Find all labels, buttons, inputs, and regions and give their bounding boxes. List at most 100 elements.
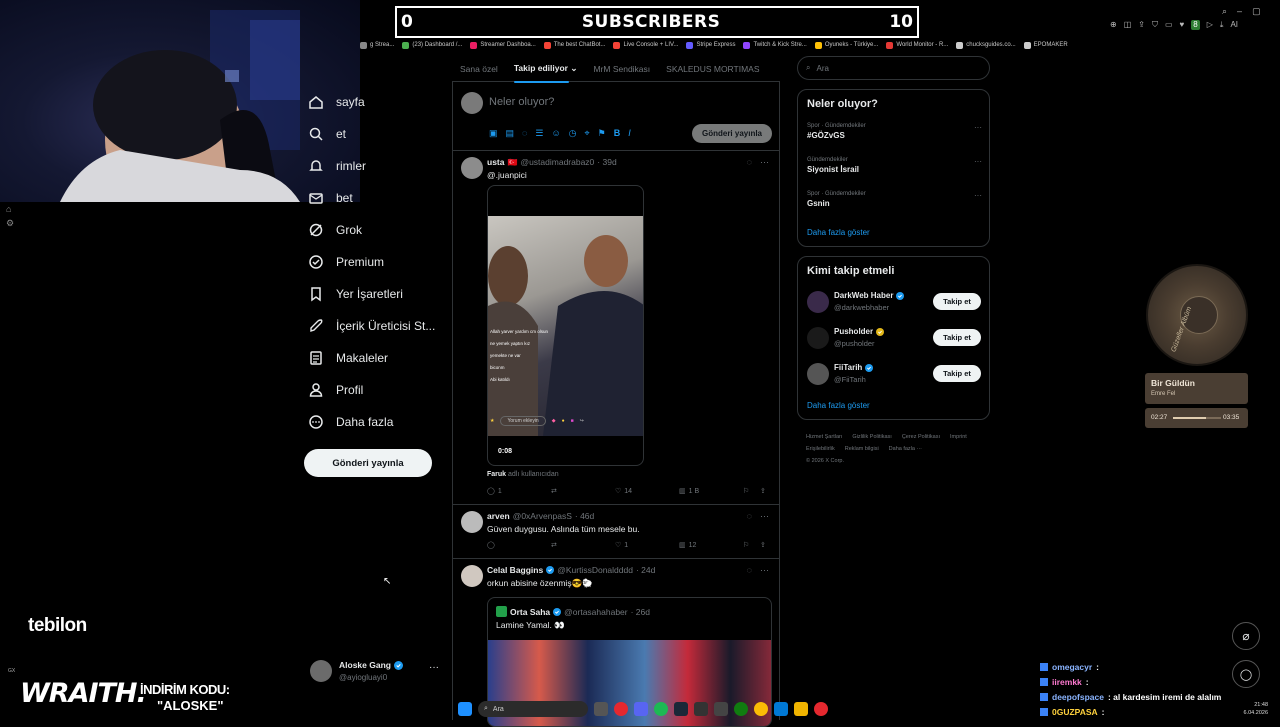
footer-link[interactable]: Çerez Politikası (902, 431, 940, 443)
messages-float-button[interactable]: ◯ (1232, 660, 1260, 688)
footer-link[interactable]: Erişilebilirlik (806, 443, 835, 455)
tweet[interactable]: arven @0xArvenpasS · 46d ◌ ··· Güven duyg… (453, 504, 779, 558)
grok-float-button[interactable]: ⌀ (1232, 622, 1260, 650)
tweet-handle[interactable]: @0xArvenpasS (513, 511, 572, 521)
discord-icon[interactable] (634, 702, 648, 716)
schedule-icon[interactable]: ◷ (569, 128, 577, 139)
tweet-time[interactable]: · 39d (597, 157, 616, 167)
trend-item[interactable]: Spor · Gündemdekiler #GÖZvGS ··· (807, 123, 982, 140)
progress-track[interactable] (1173, 417, 1221, 419)
tab-following[interactable]: Takip ediliyor ⌄ (513, 63, 577, 83)
follow-suggestion[interactable]: FiiTarih @FiiTarih Takip et (807, 361, 982, 389)
poll-icon[interactable]: ☰ (535, 128, 543, 139)
trend-more-icon[interactable]: ··· (974, 123, 982, 132)
footer-link[interactable]: Imprint (950, 431, 967, 443)
sidebar-item-explore[interactable]: et (308, 118, 448, 150)
location-icon[interactable]: ⌖ (585, 128, 590, 139)
bookmark-icon[interactable]: ⚐ (743, 487, 760, 495)
bookmark-item[interactable]: Live Console + LIV... (613, 38, 678, 52)
bookmark-item[interactable]: Oyuneks - Türkiye... (814, 38, 878, 52)
cast-icon[interactable]: ▭ (1165, 20, 1173, 30)
chrome-icon[interactable] (754, 702, 768, 716)
history-icon[interactable]: ⌂ (6, 204, 14, 214)
account-more-icon[interactable]: ··· (429, 662, 439, 673)
tweet-time[interactable]: · 46d (575, 511, 594, 521)
bookmark-icon[interactable]: ⚐ (743, 541, 760, 549)
trend-item[interactable]: Spor · Gündemdekiler Gsnin ··· (807, 191, 982, 208)
folder-icon[interactable] (794, 702, 808, 716)
sidebar-item-profile[interactable]: Profil (308, 374, 448, 406)
like-button[interactable]: ♡ 14 (615, 487, 679, 496)
chat-username[interactable]: omegacyr (1052, 662, 1092, 672)
grok-icon[interactable]: ◌ (522, 128, 527, 139)
ai-button[interactable]: AI (1230, 20, 1238, 30)
bookmark-item[interactable]: chucksguides.co... (956, 38, 1016, 52)
footer-link[interactable]: Daha fazla ··· (889, 443, 922, 455)
follow-show-more[interactable]: Daha fazla göster (807, 401, 870, 410)
follow-button[interactable]: Takip et (933, 329, 981, 346)
tweet-author[interactable]: usta (487, 157, 504, 167)
sidebar-item-grok[interactable]: Grok (308, 214, 448, 246)
spotify-icon[interactable] (654, 702, 668, 716)
minimize-icon[interactable]: – (1237, 6, 1242, 17)
bookmark-item[interactable]: Twitch & Kick Stre... (743, 38, 807, 52)
tab-mrm[interactable]: MrM Sendikası (593, 64, 650, 74)
footer-link[interactable]: Gizlilik Politikası (852, 431, 891, 443)
opera-gx-icon[interactable] (814, 702, 828, 716)
tab-skaledus[interactable]: SKALEDUS MORTIMAS (666, 64, 759, 74)
tweet-avatar[interactable] (461, 565, 483, 587)
restore-icon[interactable]: ▢ (1252, 6, 1261, 17)
bookmark-item[interactable]: The best ChatBot... (543, 38, 605, 52)
task-view-icon[interactable] (594, 702, 608, 716)
quote-handle[interactable]: @ortasahahaber (564, 607, 627, 617)
follow-suggestion[interactable]: Pusholder @pusholder Takip et (807, 325, 982, 353)
bookmark-item[interactable]: Stripe Express (686, 38, 735, 52)
bold-icon[interactable]: B (614, 128, 621, 139)
play-icon[interactable]: ▷ (1207, 20, 1213, 30)
follow-button[interactable]: Takip et (933, 365, 981, 382)
bookmark-item[interactable]: g Strea... (360, 38, 394, 52)
more-icon[interactable]: ··· (760, 511, 769, 521)
follow-suggestion[interactable]: DarkWeb Haber @darkwebhaber Takip et (807, 289, 982, 317)
tweet-video[interactable]: Allah yarver yardım cm olsun ne yemek ya… (487, 185, 644, 466)
bookmark-item[interactable]: Streamer Dashboa... (470, 38, 536, 52)
more-icon[interactable]: ··· (760, 157, 769, 167)
footer-link[interactable]: Hizmet Şartları (806, 431, 842, 443)
grok-icon[interactable]: ◌ (747, 157, 752, 167)
opera-icon[interactable] (614, 702, 628, 716)
share-icon[interactable]: ⇪ (760, 487, 766, 495)
bookmark-item[interactable]: World Monitor - R... (886, 38, 948, 52)
sidebar-item-mail[interactable]: bet (308, 182, 448, 214)
views-button[interactable]: ▥ 12 (679, 541, 743, 550)
tab-for-you[interactable]: Sana özel (460, 64, 498, 74)
sidebar-item-home[interactable]: sayfa (308, 86, 448, 118)
store-icon[interactable] (774, 702, 788, 716)
account-switcher[interactable]: Aloske Gang @ayiogluayi0 ··· (310, 658, 445, 686)
reply-button[interactable]: ◯ 1 (487, 487, 551, 496)
repost-button[interactable]: ⇄ (551, 541, 615, 549)
search-icon[interactable]: ⌕ (1222, 6, 1227, 17)
trend-more-icon[interactable]: ··· (974, 157, 982, 166)
bookmark-item[interactable]: EPOMAKER (1023, 38, 1068, 52)
zoom-icon[interactable]: ⊕ (1110, 20, 1117, 30)
settings-icon[interactable]: ⚙ (6, 218, 14, 229)
repost-button[interactable]: ⇄ (551, 487, 615, 495)
like-button[interactable]: ♡ 1 (615, 541, 679, 550)
sidebar-item-bookmark[interactable]: Yer İşaretleri (308, 278, 448, 310)
taskbar-search[interactable]: ⌕ Ara (478, 701, 588, 717)
tweet-handle[interactable]: @ustadimadrabaz0 (520, 157, 594, 167)
emoji-icon[interactable]: ☺ (551, 128, 560, 139)
gif-icon[interactable]: ▤ (506, 128, 515, 139)
sidebar-item-premium[interactable]: Premium (308, 246, 448, 278)
more-icon[interactable]: ··· (760, 565, 769, 575)
tweet-handle[interactable]: @KurtissDonaldddd (557, 565, 633, 575)
follow-button[interactable]: Takip et (933, 293, 981, 310)
tweet[interactable]: usta 🇹🇷 @ustadimadrabaz0 · 39d ◌ ··· @.ju… (453, 150, 779, 504)
tweet-avatar[interactable] (461, 157, 483, 179)
quote-author[interactable]: Orta Saha (510, 607, 550, 617)
extension-icon[interactable]: ◫ (1124, 20, 1132, 30)
tweet[interactable]: Celal Baggins @KurtissDonaldddd · 24d ◌ ·… (453, 558, 779, 727)
share-icon[interactable]: ⇪ (1138, 20, 1145, 30)
flag-icon[interactable]: ⚑ (598, 128, 606, 139)
chat-username[interactable]: iiremkk (1052, 677, 1082, 687)
